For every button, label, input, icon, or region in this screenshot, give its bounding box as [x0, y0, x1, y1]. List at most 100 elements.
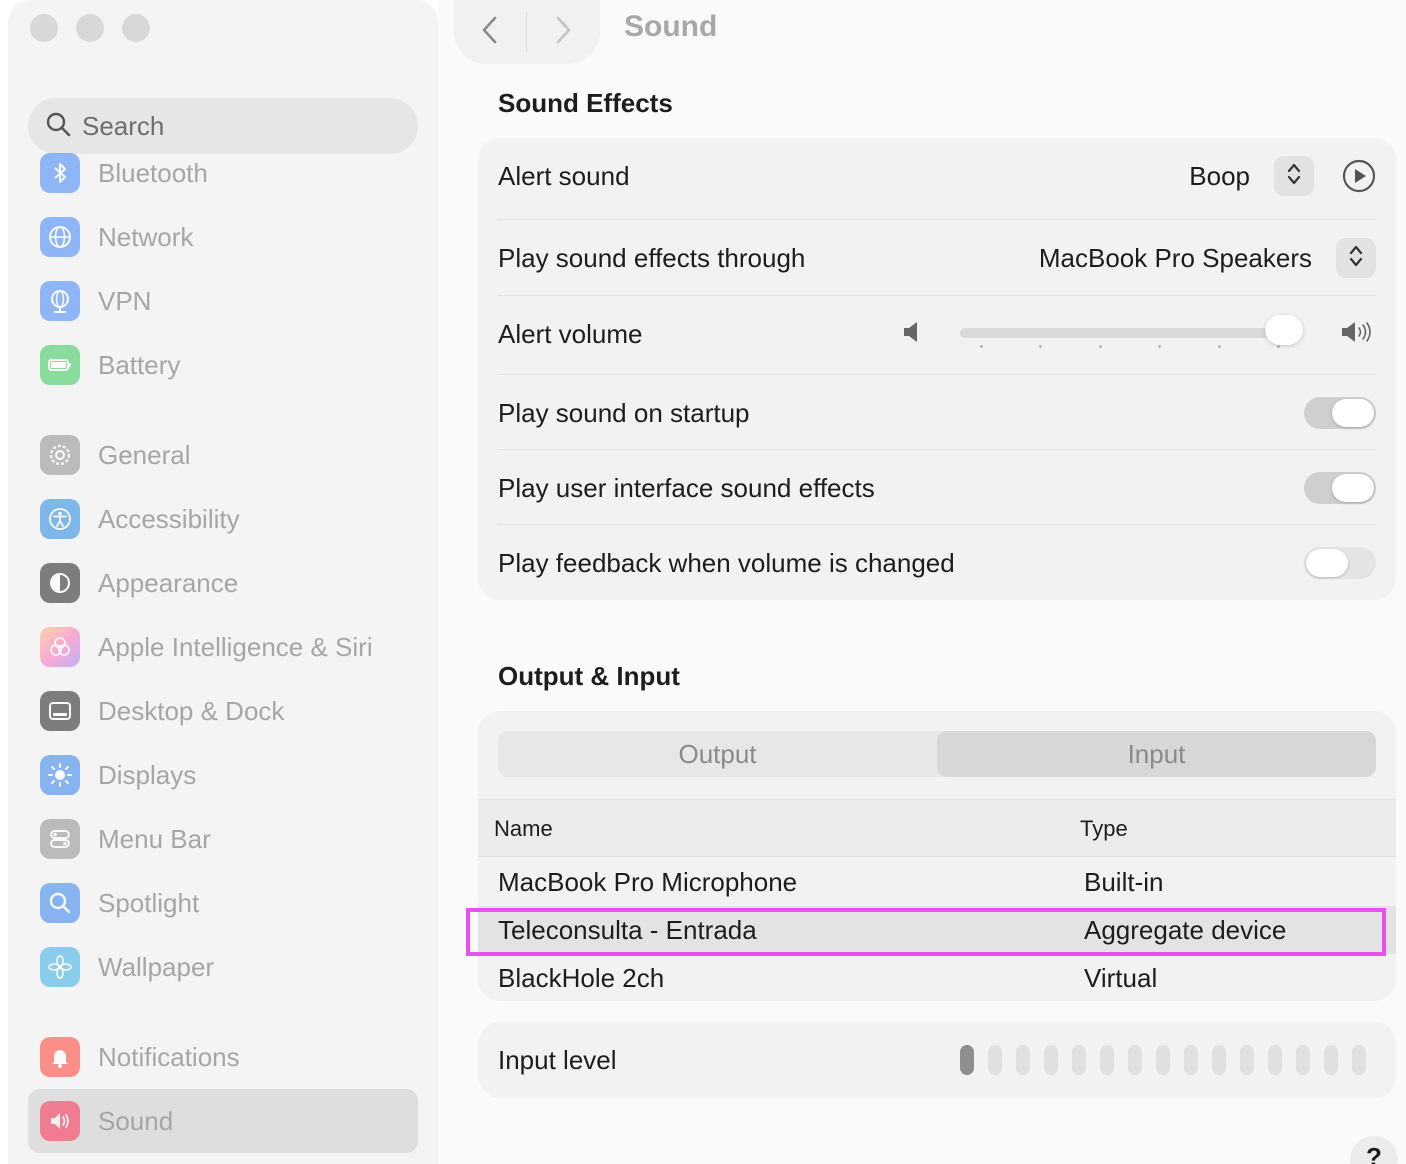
alert-sound-popup-button[interactable] — [1274, 156, 1314, 196]
sidebar-item-label: Spotlight — [98, 887, 200, 918]
sun-icon — [40, 755, 80, 795]
sidebar-item-label: Network — [98, 221, 194, 252]
help-button[interactable]: ? — [1350, 1136, 1398, 1164]
sidebar-item-network[interactable]: Network — [28, 205, 418, 269]
alert-volume-slider[interactable] — [932, 315, 1332, 349]
volume-feedback-row: Play feedback when volume is changed — [498, 543, 1376, 583]
ui-sound-effects-row: Play user interface sound effects — [498, 468, 1376, 508]
section-heading-output-input: Output & Input — [498, 661, 680, 691]
device-type: Aggregate device — [1084, 915, 1287, 945]
level-segment — [1324, 1045, 1338, 1075]
row-divider — [498, 295, 1376, 296]
vpn-globe-icon — [40, 281, 80, 321]
alert-sound-label: Alert sound — [498, 160, 630, 191]
level-segment — [1268, 1045, 1282, 1075]
battery-icon — [40, 345, 80, 385]
zoom-window-button[interactable] — [122, 14, 150, 42]
table-row[interactable]: BlackHole 2ch Virtual — [478, 954, 1396, 1001]
sidebar-item-bluetooth[interactable]: Bluetooth — [28, 141, 418, 205]
sidebar-item-label: Desktop & Dock — [98, 695, 285, 726]
sidebar-item-label: Apple Intelligence & Siri — [98, 631, 373, 662]
sidebar-item-menu-bar[interactable]: Menu Bar — [28, 807, 418, 871]
navigation-buttons — [454, 0, 600, 64]
sidebar-item-wallpaper[interactable]: Wallpaper — [28, 935, 418, 999]
play-through-value[interactable]: MacBook Pro Speakers — [1039, 243, 1312, 274]
alert-volume-row: Alert volume — [498, 314, 1376, 354]
row-divider — [498, 524, 1376, 525]
sidebar-item-appearance[interactable]: Appearance — [28, 551, 418, 615]
startup-sound-label: Play sound on startup — [498, 397, 750, 428]
device-table-header: Name Type — [478, 799, 1396, 857]
sidebar-item-desktop-dock[interactable]: Desktop & Dock — [28, 679, 418, 743]
slider-ticks — [980, 345, 1280, 348]
table-row-selected[interactable]: Teleconsulta - Entrada Aggregate device — [478, 906, 1396, 954]
level-segment — [1044, 1045, 1058, 1075]
alert-sound-value[interactable]: Boop — [1189, 161, 1250, 192]
play-through-label: Play sound effects through — [498, 242, 806, 273]
table-row[interactable]: MacBook Pro Microphone Built-in — [478, 858, 1396, 906]
sound-effects-card: Alert sound Boop Play sound effects thro… — [478, 138, 1396, 600]
sidebar-item-label: Displays — [98, 759, 197, 790]
sidebar-item-sound[interactable]: Sound — [28, 1089, 418, 1153]
chevron-right-icon — [553, 15, 573, 50]
level-segment — [1352, 1045, 1366, 1075]
chevron-left-icon — [480, 15, 500, 50]
chevron-up-down-icon — [1348, 243, 1364, 274]
toggle-knob — [1306, 549, 1348, 577]
level-segment — [1212, 1045, 1226, 1075]
level-segment — [1100, 1045, 1114, 1075]
level-segment — [1072, 1045, 1086, 1075]
level-segment — [988, 1045, 1002, 1075]
sidebar-item-accessibility[interactable]: Accessibility — [28, 487, 418, 551]
row-divider — [498, 374, 1376, 375]
input-level-label: Input level — [498, 1044, 617, 1075]
level-segment — [1296, 1045, 1310, 1075]
input-level-card: Input level — [478, 1022, 1396, 1098]
gear-icon — [40, 435, 80, 475]
sidebar-item-label: Wallpaper — [98, 951, 215, 982]
sidebar-item-apple-intelligence-siri[interactable]: Apple Intelligence & Siri — [28, 615, 418, 679]
section-heading-sound-effects: Sound Effects — [498, 88, 673, 118]
minimize-window-button[interactable] — [76, 14, 104, 42]
search-icon — [44, 110, 72, 143]
row-divider — [498, 449, 1376, 450]
input-level-meter — [960, 1045, 1366, 1075]
close-window-button[interactable] — [30, 14, 58, 42]
column-header-name[interactable]: Name — [494, 816, 553, 842]
level-segment — [1156, 1045, 1170, 1075]
tab-output[interactable]: Output — [498, 731, 937, 777]
globe-icon — [40, 217, 80, 257]
tab-input[interactable]: Input — [937, 731, 1376, 777]
sidebar-item-general[interactable]: General — [28, 423, 418, 487]
slider-thumb[interactable] — [1264, 315, 1303, 345]
bell-icon — [40, 1037, 80, 1077]
sidebar-item-label: General — [98, 439, 191, 470]
play-through-popup-button[interactable] — [1336, 238, 1376, 278]
siri-icon — [40, 627, 80, 667]
speaker-high-icon — [1340, 319, 1376, 350]
device-name: MacBook Pro Microphone — [498, 867, 798, 897]
sidebar-item-spotlight[interactable]: Spotlight — [28, 871, 418, 935]
device-type: Virtual — [1084, 963, 1158, 993]
play-alert-button[interactable] — [1342, 159, 1376, 193]
sidebar-item-displays[interactable]: Displays — [28, 743, 418, 807]
back-button[interactable] — [454, 4, 526, 60]
sidebar-item-battery[interactable]: Battery — [28, 333, 418, 397]
device-name: Teleconsulta - Entrada — [498, 915, 757, 945]
column-header-type[interactable]: Type — [1080, 816, 1128, 842]
speaker-icon — [40, 1101, 80, 1141]
startup-sound-row: Play sound on startup — [498, 393, 1376, 433]
volume-feedback-label: Play feedback when volume is changed — [498, 547, 955, 578]
play-through-row: Play sound effects through MacBook Pro S… — [498, 238, 1376, 278]
bluetooth-icon — [40, 153, 80, 193]
toggle-knob — [1332, 399, 1374, 427]
chevron-up-down-icon — [1286, 161, 1302, 192]
sidebar-item-label: Notifications — [98, 1041, 240, 1072]
sidebar-item-vpn[interactable]: VPN — [28, 269, 418, 333]
volume-feedback-toggle[interactable] — [1304, 547, 1376, 579]
startup-sound-toggle[interactable] — [1304, 397, 1376, 429]
forward-button[interactable] — [527, 4, 599, 60]
level-segment — [1184, 1045, 1198, 1075]
sidebar-item-notifications[interactable]: Notifications — [28, 1025, 418, 1089]
ui-sound-effects-toggle[interactable] — [1304, 472, 1376, 504]
